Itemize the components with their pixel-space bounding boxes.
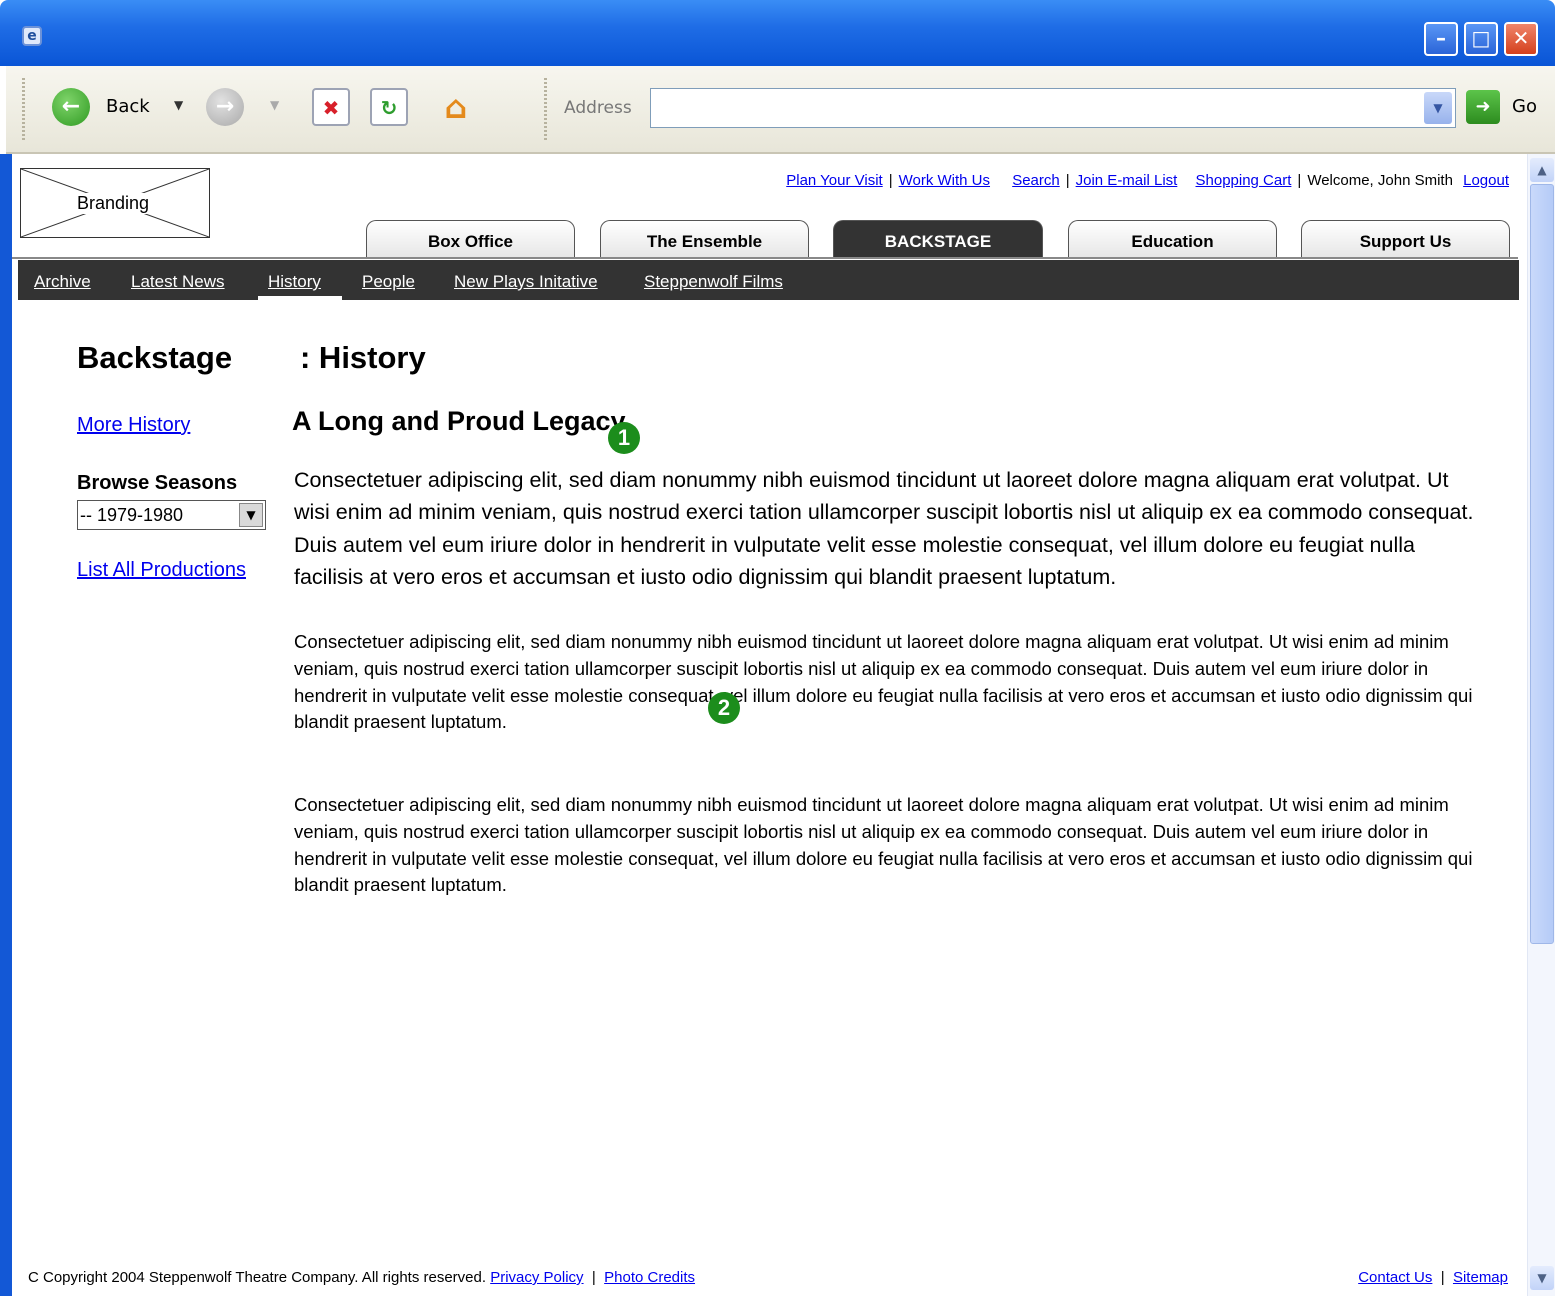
- welcome-text: Welcome, John Smith: [1307, 172, 1453, 189]
- refresh-icon[interactable]: ↻: [370, 88, 408, 126]
- go-arrow-icon[interactable]: ➜: [1466, 90, 1500, 124]
- copyright-text: C Copyright 2004 Steppenwolf Theatre Com…: [28, 1269, 487, 1286]
- home-icon[interactable]: ⌂: [434, 86, 478, 128]
- article-paragraph: Consectetuer adipiscing elit, sed diam n…: [294, 631, 1473, 733]
- article-title: A Long and Proud Legacy: [292, 406, 626, 436]
- more-history-link[interactable]: More History: [77, 414, 190, 437]
- window-titlebar: e – □ ✕: [0, 0, 1555, 66]
- annotation-marker-1: 1: [608, 422, 640, 454]
- maximize-button[interactable]: □: [1464, 22, 1498, 56]
- plan-visit-link[interactable]: Plan Your Visit: [786, 172, 882, 189]
- subnav-bar: Archive Latest News History People New P…: [18, 260, 1519, 300]
- work-with-us-link[interactable]: Work With Us: [899, 172, 990, 189]
- contact-us-link[interactable]: Contact Us: [1358, 1269, 1432, 1286]
- minimize-button[interactable]: –: [1424, 22, 1458, 56]
- address-grip[interactable]: [544, 78, 547, 142]
- tab-education[interactable]: Education: [1068, 220, 1277, 258]
- subnav-item-people[interactable]: People: [362, 272, 415, 292]
- chevron-down-icon[interactable]: ▼: [239, 503, 263, 527]
- address-dropdown-icon[interactable]: ▼: [1424, 92, 1452, 124]
- tab-the-ensemble[interactable]: The Ensemble: [600, 220, 809, 258]
- separator: |: [587, 1269, 600, 1286]
- scroll-up-icon[interactable]: ▲: [1530, 158, 1554, 182]
- page-viewport: Branding Plan Your Visit | Work With Us Se…: [12, 154, 1527, 1296]
- page-title: : History: [300, 340, 426, 375]
- branding-placeholder[interactable]: Branding: [20, 168, 210, 238]
- subnav-current-indicator: [258, 296, 342, 300]
- address-label: Address: [564, 98, 632, 118]
- subnav-item-history[interactable]: History: [268, 272, 321, 292]
- browser-toolbar: ← Back ▼ → ▼ ✖ ↻ ⌂ Address ▼ ➜ Go: [6, 66, 1555, 154]
- utility-nav: Plan Your Visit | Work With Us Search | Join…: [786, 172, 1509, 189]
- privacy-policy-link[interactable]: Privacy Policy: [490, 1269, 583, 1286]
- scrollbar-thumb[interactable]: [1530, 184, 1554, 944]
- list-all-productions-link[interactable]: List All Productions: [77, 559, 246, 582]
- browse-seasons-label: Browse Seasons: [77, 472, 238, 494]
- address-input[interactable]: [650, 88, 1456, 128]
- logout-link[interactable]: Logout: [1463, 172, 1509, 189]
- season-select[interactable]: -- 1979-1980 ▼: [77, 500, 266, 530]
- separator: |: [1436, 1269, 1449, 1286]
- back-dropdown-icon[interactable]: ▼: [174, 98, 183, 112]
- tab-backstage[interactable]: BACKSTAGE: [833, 220, 1043, 258]
- close-window-button[interactable]: ✕: [1504, 22, 1538, 56]
- branding-label: Branding: [71, 193, 156, 214]
- photo-credits-link[interactable]: Photo Credits: [604, 1269, 695, 1286]
- ie-icon: e: [22, 26, 42, 46]
- season-select-value: -- 1979-1980: [80, 505, 184, 525]
- forward-dropdown-icon[interactable]: ▼: [270, 98, 279, 112]
- back-button-label[interactable]: Back: [106, 96, 150, 117]
- article-lead-paragraph: Consectetuer adipiscing elit, sed diam n…: [294, 468, 1474, 589]
- subnav-item-latest-news[interactable]: Latest News: [131, 272, 225, 292]
- scroll-down-icon[interactable]: ▼: [1530, 1266, 1554, 1290]
- article-paragraph: Consectetuer adipiscing elit, sed diam n…: [294, 794, 1473, 896]
- vertical-scrollbar[interactable]: ▲ ▼: [1527, 154, 1555, 1296]
- separator: |: [1065, 172, 1070, 189]
- back-arrow-icon[interactable]: ←: [52, 88, 90, 126]
- subnav-item-archive[interactable]: Archive: [34, 272, 91, 292]
- annotation-marker-2: 2: [708, 692, 740, 724]
- join-email-link[interactable]: Join E-mail List: [1076, 172, 1178, 189]
- window-frame-left: [0, 154, 12, 1296]
- stop-icon[interactable]: ✖: [312, 88, 350, 126]
- toolbar-grip[interactable]: [22, 78, 25, 142]
- forward-arrow-icon[interactable]: →: [206, 88, 244, 126]
- go-button-label[interactable]: Go: [1512, 96, 1537, 117]
- tab-baseline: [12, 257, 1518, 259]
- tab-box-office[interactable]: Box Office: [366, 220, 575, 258]
- tab-support-us[interactable]: Support Us: [1301, 220, 1510, 258]
- shopping-cart-link[interactable]: Shopping Cart: [1196, 172, 1292, 189]
- subnav-item-steppenwolf-films[interactable]: Steppenwolf Films: [644, 272, 783, 292]
- section-title: Backstage: [77, 340, 233, 375]
- separator: |: [1297, 172, 1302, 189]
- separator: |: [888, 172, 893, 189]
- sitemap-link[interactable]: Sitemap: [1453, 1269, 1508, 1286]
- subnav-item-new-plays[interactable]: New Plays Initative: [454, 272, 598, 292]
- search-link[interactable]: Search: [1012, 172, 1060, 189]
